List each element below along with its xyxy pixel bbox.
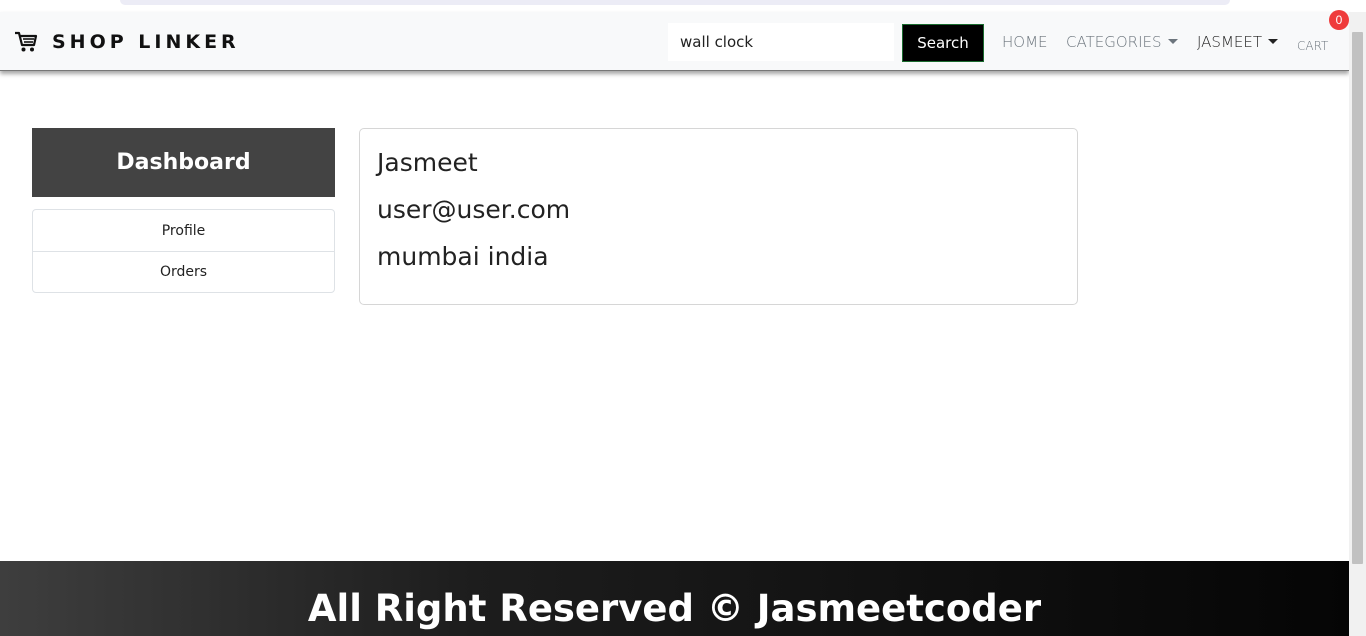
brand-name: SHOP LINKER: [52, 30, 240, 53]
nav-user-dropdown[interactable]: JASMEET: [1197, 12, 1279, 71]
search-button[interactable]: Search: [902, 24, 984, 62]
nav-categories-label: CATEGORIES: [1066, 32, 1162, 51]
nav-cart-label: CART: [1297, 38, 1329, 53]
sidebar-item-profile[interactable]: Profile: [33, 210, 334, 251]
nav-home[interactable]: HOME: [1002, 12, 1048, 71]
cart-count-badge: 0: [1329, 10, 1349, 30]
user-name: Jasmeet: [377, 148, 478, 177]
user-email: user@user.com: [377, 195, 571, 224]
footer: All Right Reserved © Jasmeetcoder: [0, 561, 1349, 636]
browser-address-strip: [120, 0, 1230, 5]
nav-categories-dropdown[interactable]: CATEGORIES: [1066, 12, 1178, 71]
search-input[interactable]: [668, 23, 894, 61]
nav-user-label: JASMEET: [1197, 32, 1263, 51]
user-address: mumbai india: [377, 242, 549, 271]
profile-card: Jasmeet user@user.com mumbai india: [359, 128, 1078, 305]
nav-cart[interactable]: CART: [1297, 16, 1328, 75]
sidebar-title: Dashboard: [32, 128, 335, 197]
sidebar-menu: Profile Orders: [32, 209, 335, 293]
footer-copyright: All Right Reserved © Jasmeetcoder: [307, 587, 1042, 630]
chevron-down-icon: [1268, 39, 1279, 44]
sidebar-item-orders[interactable]: Orders: [33, 251, 334, 292]
chevron-down-icon: [1167, 39, 1178, 44]
shopping-cart-icon: [15, 31, 38, 51]
brand-logo[interactable]: SHOP LINKER: [14, 12, 240, 71]
dashboard-sidebar: Dashboard Profile Orders: [32, 128, 335, 293]
page-scrollbar[interactable]: [1349, 12, 1366, 636]
navbar: SHOP LINKER Search HOME CATEGORIES JASME…: [0, 12, 1349, 71]
scrollbar-thumb[interactable]: [1352, 32, 1363, 564]
nav-home-label: HOME: [1002, 32, 1048, 51]
browser-top-strip: [0, 0, 1366, 12]
